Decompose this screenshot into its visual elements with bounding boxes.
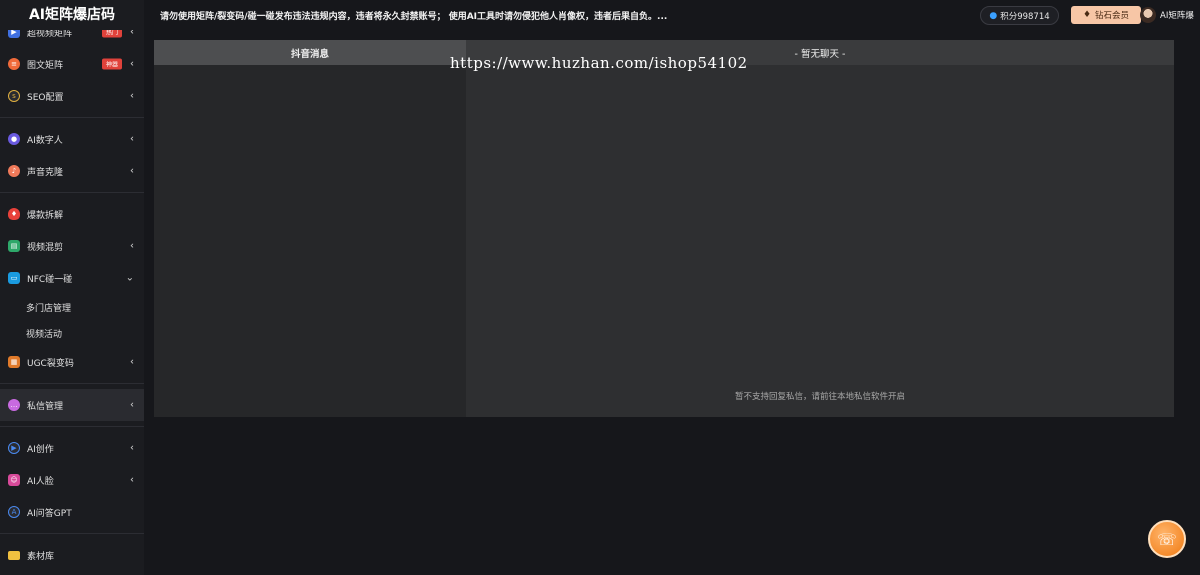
sidebar-item-label: 声音克隆 xyxy=(27,167,64,178)
avatar[interactable] xyxy=(1140,7,1156,23)
chevron-left-icon: ‹ xyxy=(130,240,134,252)
chevron-left-icon: ‹ xyxy=(130,399,134,411)
sidebar-item-label: 多门店管理 xyxy=(26,303,72,314)
droplet-icon: ● xyxy=(989,10,998,21)
divider xyxy=(0,426,144,427)
chevron-left-icon: ‹ xyxy=(130,90,134,102)
diamond-icon: ♦ xyxy=(1082,10,1092,20)
sidebar-item-label: NFC碰一碰 xyxy=(27,274,73,285)
sidebar-item-label: AI数字人 xyxy=(27,135,63,146)
sidebar-item-nfc[interactable]: ▭ NFC碰一碰 ⌄ xyxy=(0,262,144,294)
app-logo: AI矩阵爆店码 xyxy=(0,0,144,30)
folder-icon xyxy=(8,550,20,560)
username[interactable]: AI矩阵爆 xyxy=(1160,9,1194,21)
sidebar-item-label: 视频活动 xyxy=(26,329,63,340)
points-label: 积分998714 xyxy=(1000,11,1050,22)
sidebar-item-ai-create[interactable]: ▶ AI创作 ‹ xyxy=(0,432,144,464)
points-button[interactable]: ● 积分998714 xyxy=(980,6,1059,25)
qrcode-icon: ▦ xyxy=(8,356,20,368)
seo-icon: s xyxy=(8,90,20,102)
nfc-icon: ▭ xyxy=(8,272,20,284)
vip-button[interactable]: ♦ 钻石会员 xyxy=(1071,6,1141,24)
sidebar-item-label: SEO配置 xyxy=(27,92,64,103)
message-panel: 抖音消息 - 暂无聊天 - 暂不支持回复私信，请前往本地私信软件开启 xyxy=(154,40,1174,417)
divider xyxy=(0,533,144,534)
sidebar-item-seo[interactable]: s SEO配置 ‹ xyxy=(0,80,144,112)
sidebar-subitem-video-activity[interactable]: 视频活动 xyxy=(0,320,144,346)
vip-label: 钻石会员 xyxy=(1095,11,1130,21)
divider xyxy=(0,383,144,384)
divider xyxy=(0,117,144,118)
chat-area: - 暂无聊天 - 暂不支持回复私信，请前往本地私信软件开启 xyxy=(466,40,1174,417)
sidebar-item-label: AI问答GPT xyxy=(27,508,72,519)
sidebar-item-assets[interactable]: 素材库 xyxy=(0,539,144,571)
sidebar-item-label: 私信管理 xyxy=(27,401,64,412)
sidebar-item-label: UGC裂变码 xyxy=(27,358,74,369)
sidebar-item-ai-gpt[interactable]: A AI问答GPT xyxy=(0,496,144,528)
voice-clone-icon: ♪ xyxy=(8,165,20,177)
image-text-icon: ≡ xyxy=(8,58,20,70)
sidebar-item-label: 图文矩阵 xyxy=(27,60,64,71)
sidebar: ▶ 超视频矩阵 热门 ‹ ≡ 图文矩阵 神器 ‹ s SEO配置 ‹ ● AI数… xyxy=(0,0,144,575)
conversation-list: 抖音消息 xyxy=(154,40,466,417)
sidebar-subitem-multi-store[interactable]: 多门店管理 xyxy=(0,294,144,320)
sidebar-item-label: 爆款拆解 xyxy=(27,210,64,221)
sidebar-menu: ▶ 超视频矩阵 热门 ‹ ≡ 图文矩阵 神器 ‹ s SEO配置 ‹ ● AI数… xyxy=(0,16,144,571)
notice-banner: 请勿使用矩阵/裂变码/碰一碰发布违法违规内容，违者将永久封禁账号； 使用AI工具… xyxy=(160,12,668,22)
chevron-left-icon: ‹ xyxy=(130,58,134,70)
sidebar-item-ai-face[interactable]: ☺ AI人脸 ‹ xyxy=(0,464,144,496)
douyin-messages-header[interactable]: 抖音消息 xyxy=(154,40,466,65)
face-icon: ☺ xyxy=(8,474,20,486)
clapperboard-icon: ▤ xyxy=(8,240,20,252)
sidebar-item-label: 视频混剪 xyxy=(27,242,64,253)
sidebar-item-hit-breakdown[interactable]: ♦ 爆款拆解 xyxy=(0,198,144,230)
chevron-left-icon: ‹ xyxy=(130,165,134,177)
reply-hint: 暂不支持回复私信，请前往本地私信软件开启 xyxy=(734,392,905,402)
sidebar-item-label: 素材库 xyxy=(27,551,55,562)
chevron-left-icon: ‹ xyxy=(130,474,134,486)
chevron-down-icon: ⌄ xyxy=(125,272,134,284)
sidebar-item-label: AI人脸 xyxy=(27,476,54,487)
message-icon: … xyxy=(8,399,20,411)
headset-icon: ☏ xyxy=(1156,529,1177,549)
sidebar-item-image-text-matrix[interactable]: ≡ 图文矩阵 神器 ‹ xyxy=(0,48,144,80)
digital-human-icon: ● xyxy=(8,133,20,145)
tool-badge: 神器 xyxy=(101,58,122,70)
watermark-text: https://www.huzhan.com/ishop54102 xyxy=(450,54,748,72)
sidebar-item-messages[interactable]: … 私信管理 ‹ xyxy=(0,389,144,421)
play-icon: ▶ xyxy=(8,442,20,454)
sidebar-item-label: AI创作 xyxy=(27,444,54,455)
divider xyxy=(0,192,144,193)
sidebar-item-digital-human[interactable]: ● AI数字人 ‹ xyxy=(0,123,144,155)
sidebar-item-video-mix[interactable]: ▤ 视频混剪 ‹ xyxy=(0,230,144,262)
chevron-left-icon: ‹ xyxy=(130,133,134,145)
ai-chat-icon: A xyxy=(8,506,20,518)
sidebar-item-ugc-code[interactable]: ▦ UGC裂变码 ‹ xyxy=(0,346,144,378)
fire-icon: ♦ xyxy=(8,208,20,220)
customer-support-button[interactable]: ☏ xyxy=(1148,520,1186,558)
chevron-left-icon: ‹ xyxy=(130,442,134,454)
chevron-left-icon: ‹ xyxy=(130,356,134,368)
sidebar-item-voice-clone[interactable]: ♪ 声音克隆 ‹ xyxy=(0,155,144,187)
top-bar: 请勿使用矩阵/裂变码/碰一碰发布违法违规内容，违者将永久封禁账号； 使用AI工具… xyxy=(144,0,1200,30)
